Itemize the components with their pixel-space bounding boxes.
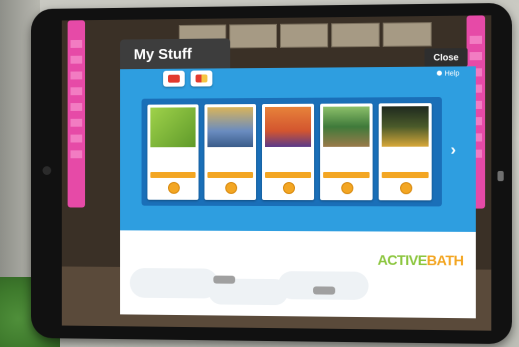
- home-button[interactable]: [42, 166, 52, 175]
- plane-decoration: [313, 286, 336, 295]
- cloud-decoration: [129, 267, 219, 299]
- help-label: Help: [444, 70, 460, 78]
- item-action-button[interactable]: [265, 171, 312, 179]
- item-card[interactable]: [147, 104, 199, 200]
- stickers-tab[interactable]: [163, 70, 185, 87]
- coin-icon: [341, 182, 354, 195]
- item-thumbnail: [150, 107, 196, 148]
- help-icon: [436, 70, 442, 76]
- item-thumbnail: [323, 106, 370, 147]
- coin-icon: [400, 182, 413, 195]
- title-tab: My Stuff: [120, 38, 231, 70]
- item-thumbnail: [207, 107, 254, 148]
- coin-icon: [168, 181, 180, 194]
- footer-banner: ACTIVEBATH: [120, 230, 476, 319]
- help-link[interactable]: Help: [436, 70, 460, 78]
- category-tabs: [163, 70, 213, 87]
- modal-title: My Stuff: [133, 45, 192, 64]
- item-card[interactable]: [378, 103, 432, 201]
- close-button[interactable]: Close: [424, 48, 468, 67]
- item-gallery: [141, 96, 442, 207]
- item-card[interactable]: [262, 103, 315, 201]
- next-page-arrow-icon[interactable]: ›: [446, 141, 460, 161]
- coin-icon: [225, 181, 238, 194]
- coin-icon: [282, 182, 295, 195]
- item-thumbnail: [381, 106, 429, 147]
- gift-icon: [195, 74, 208, 83]
- item-action-button[interactable]: [381, 171, 429, 179]
- game-screen: My Stuff Close Help › ACTIVEBATH: [61, 15, 492, 331]
- camera-dot: [497, 170, 504, 182]
- my-stuff-modal: My Stuff Close Help › ACTIVEBATH: [120, 24, 476, 319]
- item-thumbnail: [265, 106, 312, 148]
- item-action-button[interactable]: [150, 172, 196, 178]
- item-card[interactable]: [204, 104, 257, 200]
- item-cards: [147, 103, 432, 201]
- plane-decoration: [213, 275, 236, 284]
- active-bath-logo: ACTIVEBATH: [377, 251, 464, 269]
- sticker-icon: [168, 74, 180, 83]
- item-action-button[interactable]: [207, 172, 254, 178]
- gifts-tab[interactable]: [190, 70, 213, 87]
- tablet-frame: My Stuff Close Help › ACTIVEBATH: [30, 2, 512, 345]
- pink-post-left: [67, 20, 86, 208]
- item-action-button[interactable]: [323, 171, 370, 179]
- item-card[interactable]: [320, 103, 373, 201]
